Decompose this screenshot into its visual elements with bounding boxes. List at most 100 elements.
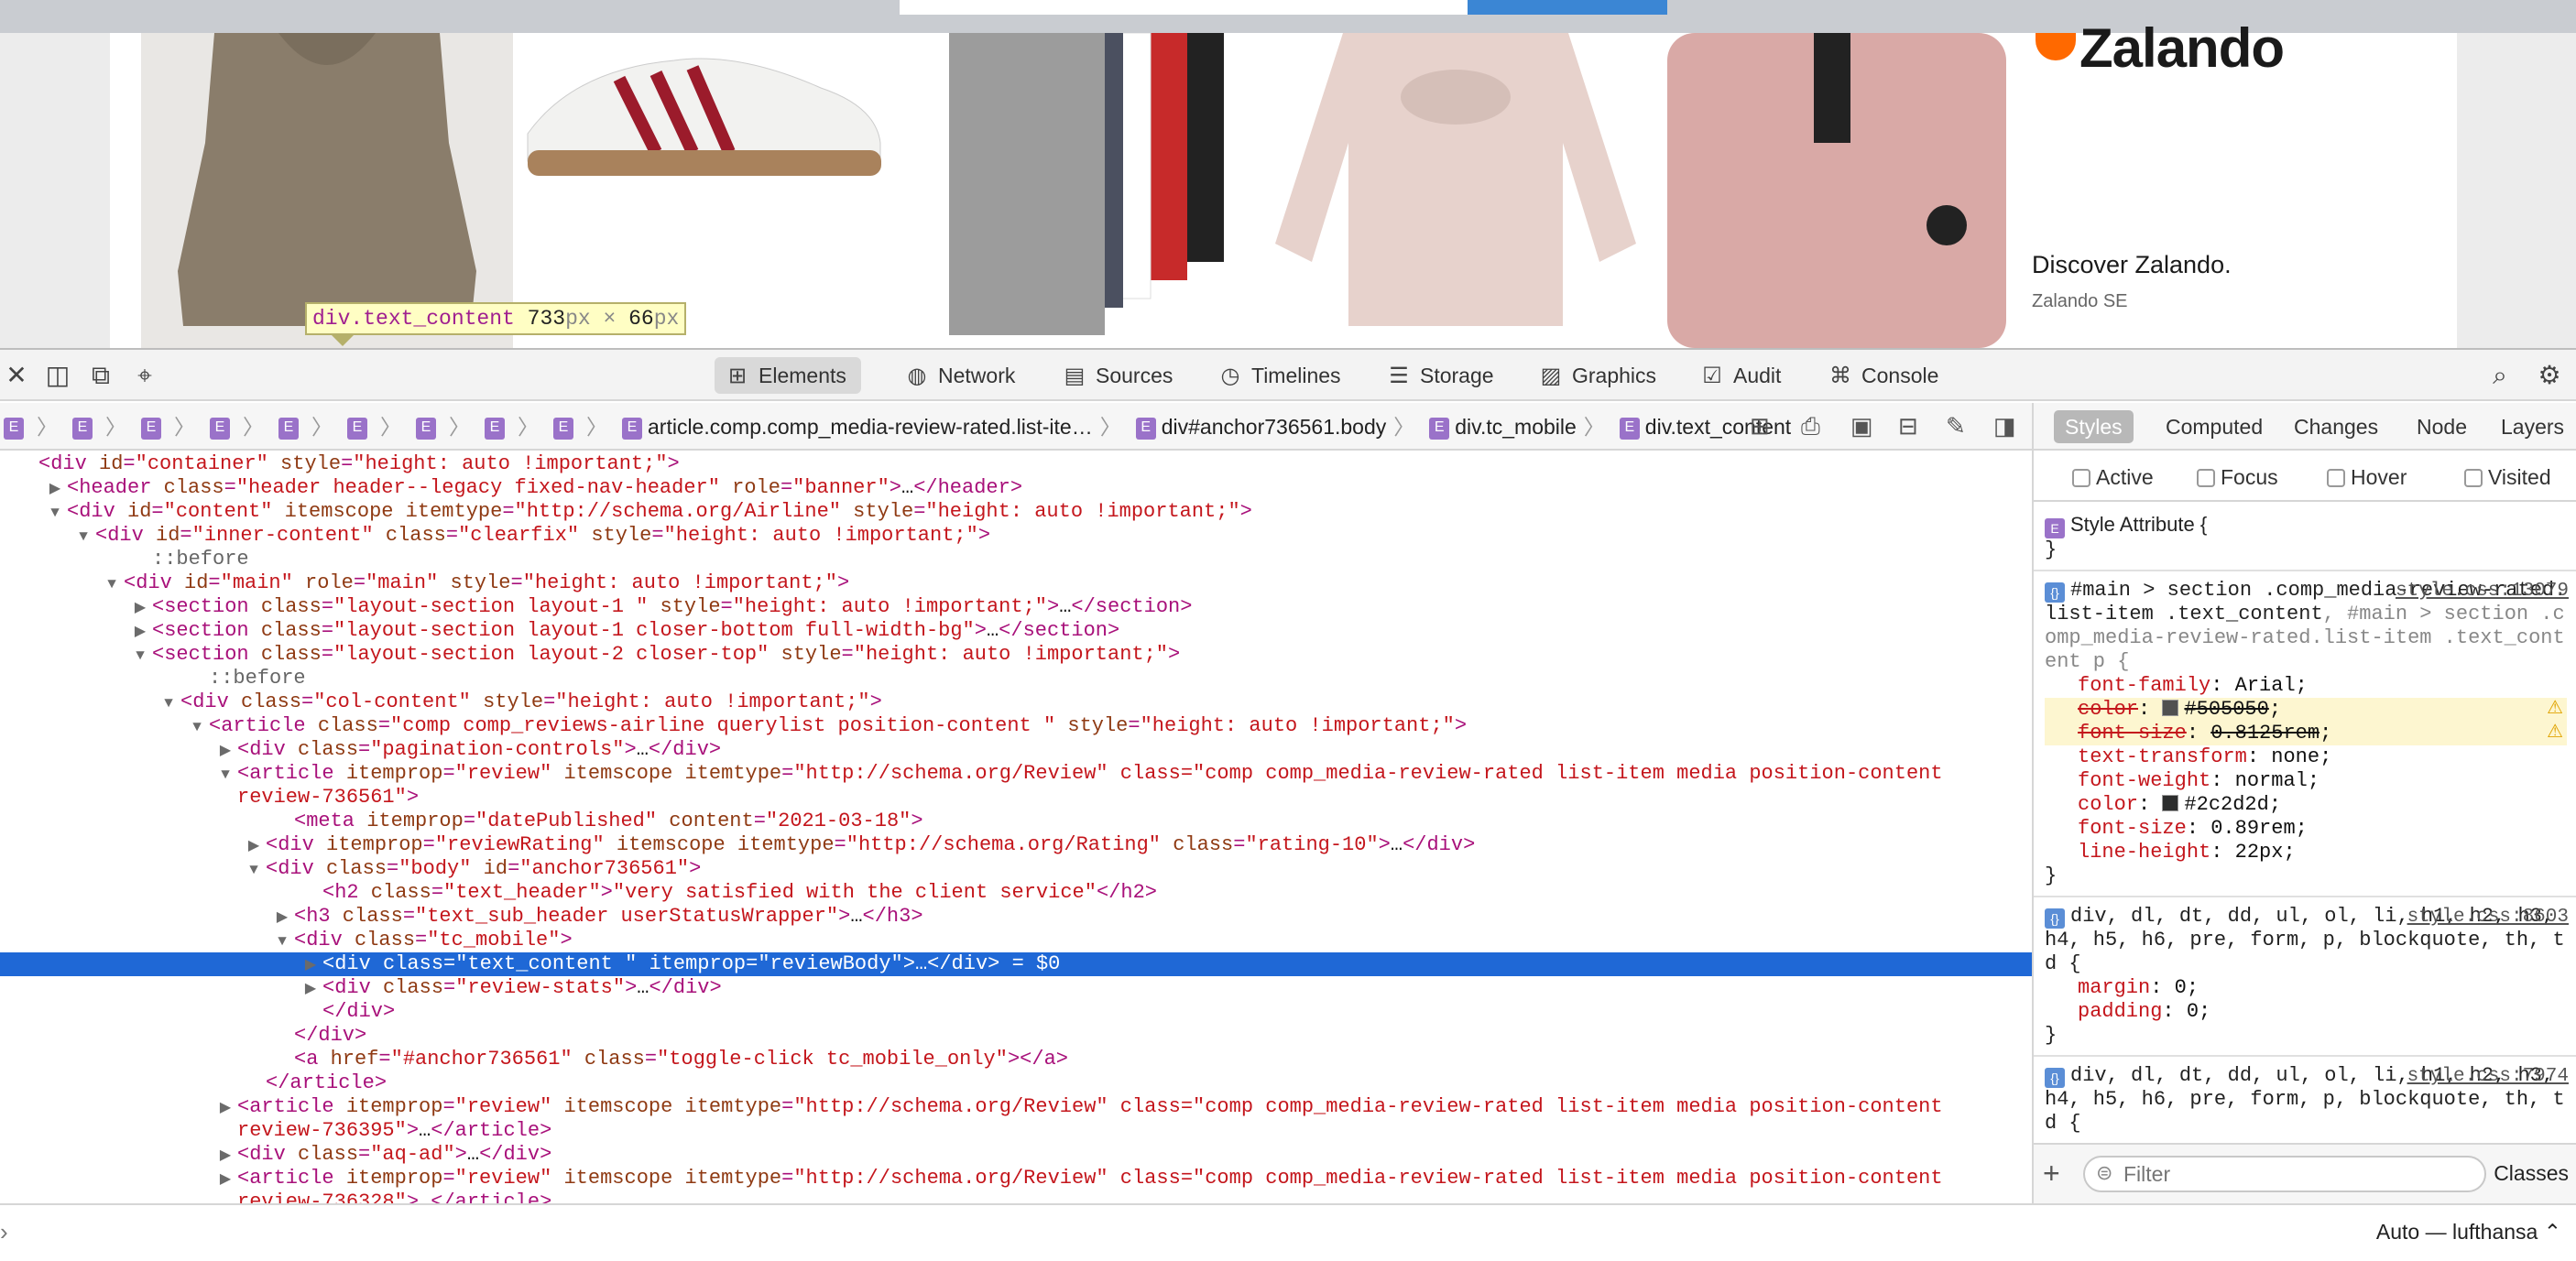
dom-node[interactable]: ▶ <article itemprop="review" itemscope it…	[0, 1167, 2032, 1190]
disclosure-open-icon[interactable]: ▼	[242, 858, 266, 882]
disclosure-open-icon[interactable]: ▼	[43, 501, 67, 525]
dom-node[interactable]: ▶ <h3 class="text_sub_header userStatusWr…	[0, 905, 2032, 929]
breadcrumb-item-collapsed[interactable]: E 〉	[206, 403, 275, 449]
color-swatch[interactable]	[2162, 795, 2179, 811]
dom-node[interactable]: ▶ <header class="header header--legacy fi…	[0, 476, 2032, 500]
dom-node[interactable]: ▼ <div id="inner-content" class="clearfix…	[0, 524, 2032, 548]
disclosure-closed-icon[interactable]: ▶	[242, 834, 266, 858]
dom-node[interactable]: </article>	[0, 1071, 2032, 1095]
dom-node[interactable]: </div>	[0, 1024, 2032, 1048]
dom-node[interactable]: <meta itemprop="datePublished" content="…	[0, 810, 2032, 833]
grid-overlay-icon[interactable]: ⊟	[1898, 412, 1918, 440]
css-property[interactable]: margin: 0;	[2045, 976, 2567, 1000]
disclosure-closed-icon[interactable]: ▶	[128, 620, 152, 644]
tab-storage[interactable]: ☰ Storage	[1376, 357, 1509, 394]
breadcrumb-item[interactable]: Ediv.tc_mobile 〉	[1425, 403, 1616, 449]
breadcrumb-item-collapsed[interactable]: E 〉	[550, 403, 618, 449]
undock-window-icon[interactable]: ⧉	[84, 359, 117, 392]
dom-node[interactable]: ▼ <div id="content" itemscope itemtype="h…	[0, 500, 2032, 524]
paint-flashing-icon[interactable]: ▣	[1850, 412, 1873, 440]
print-icon[interactable]: ⎙	[1801, 412, 1820, 441]
promo-title[interactable]: Discover Zalando.	[2032, 251, 2232, 279]
color-swatch[interactable]	[2162, 700, 2179, 716]
product-image-sneaker[interactable]	[518, 33, 890, 348]
pseudo-visited-checkbox[interactable]: Visited	[2464, 465, 2551, 490]
dom-node[interactable]: ::before	[0, 548, 2032, 571]
dom-node[interactable]: ▼ <article itemprop="review" itemscope it…	[0, 762, 2032, 786]
product-image-tshirts[interactable]	[894, 33, 1266, 348]
rule-source-link[interactable]: style.css:13079	[2396, 581, 2569, 602]
tab-network[interactable]: ◍ Network	[894, 357, 1030, 394]
disclosure-closed-icon[interactable]: ▶	[213, 1168, 237, 1191]
close-icon[interactable]: ✕	[2, 359, 31, 392]
disclosure-closed-icon[interactable]: ▶	[213, 739, 237, 763]
product-image-backpack[interactable]	[1649, 33, 2021, 348]
tab-sources[interactable]: ▤ Sources	[1052, 357, 1187, 394]
dom-node[interactable]: review-736561">	[0, 786, 2032, 810]
classes-button[interactable]: Classes	[2494, 1161, 2569, 1186]
sidebar-tab-changes[interactable]: Changes	[2283, 410, 2389, 443]
css-property[interactable]: font-size: 0.89rem;	[2045, 817, 2567, 841]
search-icon[interactable]: ⌕	[2484, 359, 2516, 392]
dom-node[interactable]: <a href="#anchor736561" class="toggle-cl…	[0, 1048, 2032, 1071]
breadcrumb-item-collapsed[interactable]: E 〉	[481, 403, 550, 449]
dock-icon[interactable]: ◫	[42, 359, 73, 392]
dom-node[interactable]: review-736395">…</article>	[0, 1119, 2032, 1143]
breadcrumb-item-collapsed[interactable]: E 〉	[344, 403, 412, 449]
rule-source-link[interactable]: style.css:8603	[2407, 907, 2569, 928]
tab-audit[interactable]: ☑ Audit	[1689, 357, 1796, 394]
dom-node[interactable]: ▶ <article itemprop="review" itemscope it…	[0, 1095, 2032, 1119]
dom-node-selected[interactable]: ▶ <div class="text_content " itemprop="re…	[0, 952, 2032, 976]
css-property[interactable]: color: #2c2d2d;	[2045, 793, 2567, 817]
rule-source-link[interactable]: style.css:7974	[2407, 1066, 2569, 1087]
dom-node[interactable]: ::before	[0, 667, 2032, 690]
dom-node[interactable]: <h2 class="text_header">"very satisfied …	[0, 881, 2032, 905]
pseudo-active-checkbox[interactable]: Active	[2072, 465, 2154, 490]
pseudo-hover-checkbox[interactable]: Hover	[2327, 465, 2407, 490]
breadcrumb-item-collapsed[interactable]: E 〉	[275, 403, 344, 449]
dom-node[interactable]: ▼ <article class="comp comp_reviews-airli…	[0, 714, 2032, 738]
disclosure-closed-icon[interactable]: ▶	[299, 977, 322, 1001]
console-prompt-bar[interactable]: › Auto — lufthansa ⌃	[0, 1203, 2576, 1261]
dom-node[interactable]: ▶ <section class="layout-section layout-1…	[0, 595, 2032, 619]
disclosure-closed-icon[interactable]: ▶	[299, 953, 322, 977]
layout-icon[interactable]: ⊞	[1750, 412, 1770, 440]
css-property[interactable]: line-height: 22px;	[2045, 841, 2567, 864]
add-rule-button[interactable]: +	[2043, 1158, 2060, 1189]
disclosure-closed-icon[interactable]: ▶	[43, 477, 67, 501]
dom-node[interactable]: ▶ <div class="pagination-controls">…</div…	[0, 738, 2032, 762]
page-top-button[interactable]	[1468, 0, 1667, 15]
warning-icon[interactable]: ⚠	[2547, 698, 2563, 722]
breadcrumb-item-collapsed[interactable]: E 〉	[137, 403, 206, 449]
disclosure-closed-icon[interactable]: ▶	[270, 906, 294, 929]
execution-context-select[interactable]: Auto — lufthansa ⌃	[2376, 1220, 2561, 1245]
dom-node[interactable]: ▼ <div id="main" role="main" style="heigh…	[0, 571, 2032, 595]
dom-node[interactable]: ▶ <div class="review-stats">…</div>	[0, 976, 2032, 1000]
disclosure-closed-icon[interactable]: ▶	[213, 1144, 237, 1168]
disclosure-open-icon[interactable]: ▼	[157, 691, 180, 715]
css-property[interactable]: font-size: 0.8125rem; ⚠	[2045, 722, 2567, 745]
breadcrumb-item-collapsed[interactable]: E 〉	[0, 403, 69, 449]
dom-node[interactable]: ▶ <div itemprop="reviewRating" itemscope …	[0, 833, 2032, 857]
sidebar-toggle-icon[interactable]: ◨	[1993, 412, 2016, 440]
sidebar-tab-node[interactable]: Node	[2406, 410, 2478, 443]
breadcrumb-item[interactable]: Ediv#anchor736561.body 〉	[1132, 403, 1426, 449]
dom-node[interactable]: ▼ <div class="col-content" style="height:…	[0, 690, 2032, 714]
sidebar-tab-layers[interactable]: Layers	[2490, 410, 2575, 443]
dom-node[interactable]: ▼ <section class="layout-section layout-2…	[0, 643, 2032, 667]
css-property[interactable]: font-weight: normal;	[2045, 769, 2567, 793]
css-property[interactable]: font-family: Arial;	[2045, 674, 2567, 698]
tab-graphics[interactable]: ▨ Graphics	[1528, 357, 1671, 394]
disclosure-open-icon[interactable]: ▼	[100, 572, 124, 596]
disclosure-closed-icon[interactable]: ▶	[213, 1096, 237, 1120]
css-property[interactable]: color: #505050; ⚠	[2045, 698, 2567, 722]
dom-tree[interactable]: <div id="container" style="height: auto …	[0, 452, 2032, 1203]
dom-node[interactable]: review-736328">…</article>	[0, 1190, 2032, 1203]
warning-icon[interactable]: ⚠	[2547, 722, 2563, 745]
dom-node[interactable]: ▼ <div class="tc_mobile">	[0, 929, 2032, 952]
page-top-field[interactable]	[900, 0, 1468, 15]
sidebar-tab-computed[interactable]: Computed	[2155, 410, 2274, 443]
tab-elements[interactable]: ⊞ Elements	[715, 357, 861, 394]
dom-node[interactable]: ▶ <div class="aq-ad">…</div>	[0, 1143, 2032, 1167]
disclosure-open-icon[interactable]: ▼	[270, 929, 294, 953]
